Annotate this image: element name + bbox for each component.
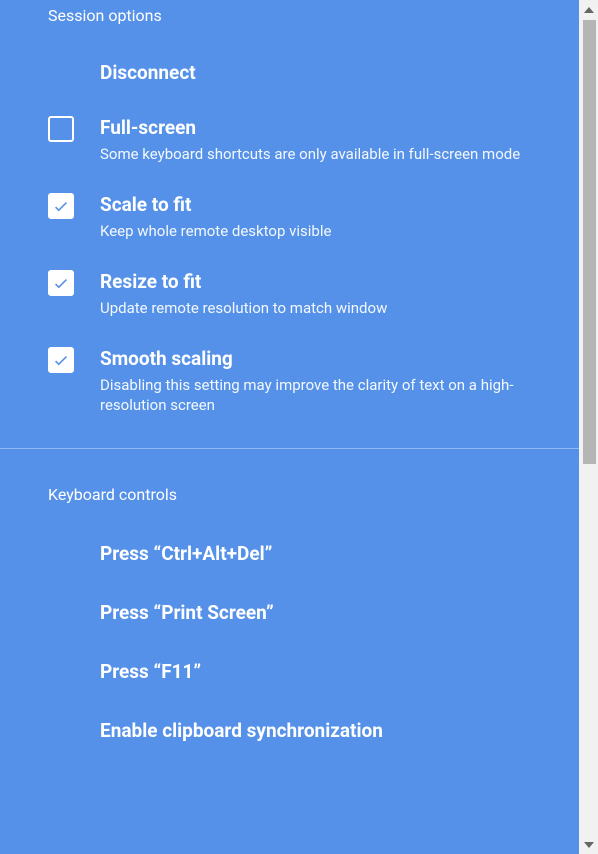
- press-ctrl-alt-del-label: Press “Ctrl+Alt+Del”: [100, 542, 531, 565]
- enable-clipboard-sync-label: Enable clipboard synchronization: [100, 719, 531, 742]
- smooth-scaling-label: Smooth scaling: [100, 347, 531, 372]
- smooth-scaling-option[interactable]: Smooth scaling Disabling this setting ma…: [0, 333, 579, 430]
- fullscreen-text: Full-screen Some keyboard shortcuts are …: [100, 116, 531, 165]
- press-f11-label: Press “F11”: [100, 660, 531, 683]
- scrollbar-track[interactable]: [579, 0, 598, 854]
- scale-to-fit-checkbox-wrap[interactable]: [48, 193, 74, 219]
- disconnect-button[interactable]: Disconnect: [0, 45, 579, 102]
- check-icon: [52, 351, 70, 369]
- fullscreen-checkbox-wrap[interactable]: [48, 116, 74, 142]
- chevron-up-icon: [584, 7, 594, 13]
- check-icon: [52, 274, 70, 292]
- keyboard-controls-title: Keyboard controls: [0, 477, 579, 524]
- resize-to-fit-text: Resize to fit Update remote resolution t…: [100, 270, 531, 319]
- scrollbar-down-arrow-icon[interactable]: [579, 835, 598, 854]
- fullscreen-option[interactable]: Full-screen Some keyboard shortcuts are …: [0, 102, 579, 179]
- smooth-scaling-desc: Disabling this setting may improve the c…: [100, 375, 531, 416]
- scale-to-fit-text: Scale to fit Keep whole remote desktop v…: [100, 193, 531, 242]
- fullscreen-desc: Some keyboard shortcuts are only availab…: [100, 144, 531, 164]
- keyboard-controls-section: Keyboard controls Press “Ctrl+Alt+Del” P…: [0, 449, 579, 760]
- disconnect-label: Disconnect: [100, 61, 531, 86]
- fullscreen-checkbox[interactable]: [48, 116, 74, 142]
- check-icon: [52, 197, 70, 215]
- press-print-screen-label: Press “Print Screen”: [100, 601, 531, 624]
- resize-to-fit-checkbox-wrap[interactable]: [48, 270, 74, 296]
- press-print-screen-button[interactable]: Press “Print Screen”: [0, 583, 579, 642]
- smooth-scaling-checkbox-wrap[interactable]: [48, 347, 74, 373]
- press-f11-button[interactable]: Press “F11”: [0, 642, 579, 701]
- session-options-title: Session options: [0, 0, 579, 45]
- scale-to-fit-label: Scale to fit: [100, 193, 531, 218]
- enable-clipboard-sync-button[interactable]: Enable clipboard synchronization: [0, 701, 579, 760]
- scrollbar-thumb[interactable]: [583, 20, 596, 464]
- disconnect-text: Disconnect: [100, 61, 531, 86]
- press-ctrl-alt-del-button[interactable]: Press “Ctrl+Alt+Del”: [0, 524, 579, 583]
- chevron-down-icon: [584, 842, 594, 848]
- smooth-scaling-checkbox[interactable]: [48, 347, 74, 373]
- scale-to-fit-option[interactable]: Scale to fit Keep whole remote desktop v…: [0, 179, 579, 256]
- resize-to-fit-label: Resize to fit: [100, 270, 531, 295]
- resize-to-fit-checkbox[interactable]: [48, 270, 74, 296]
- scale-to-fit-desc: Keep whole remote desktop visible: [100, 221, 531, 241]
- resize-to-fit-option[interactable]: Resize to fit Update remote resolution t…: [0, 256, 579, 333]
- session-options-section: Session options Disconnect Full-screen S…: [0, 0, 579, 430]
- fullscreen-label: Full-screen: [100, 116, 531, 141]
- options-panel: Session options Disconnect Full-screen S…: [0, 0, 579, 854]
- smooth-scaling-text: Smooth scaling Disabling this setting ma…: [100, 347, 531, 416]
- scrollbar-up-arrow-icon[interactable]: [579, 0, 598, 19]
- resize-to-fit-desc: Update remote resolution to match window: [100, 298, 531, 318]
- scale-to-fit-checkbox[interactable]: [48, 193, 74, 219]
